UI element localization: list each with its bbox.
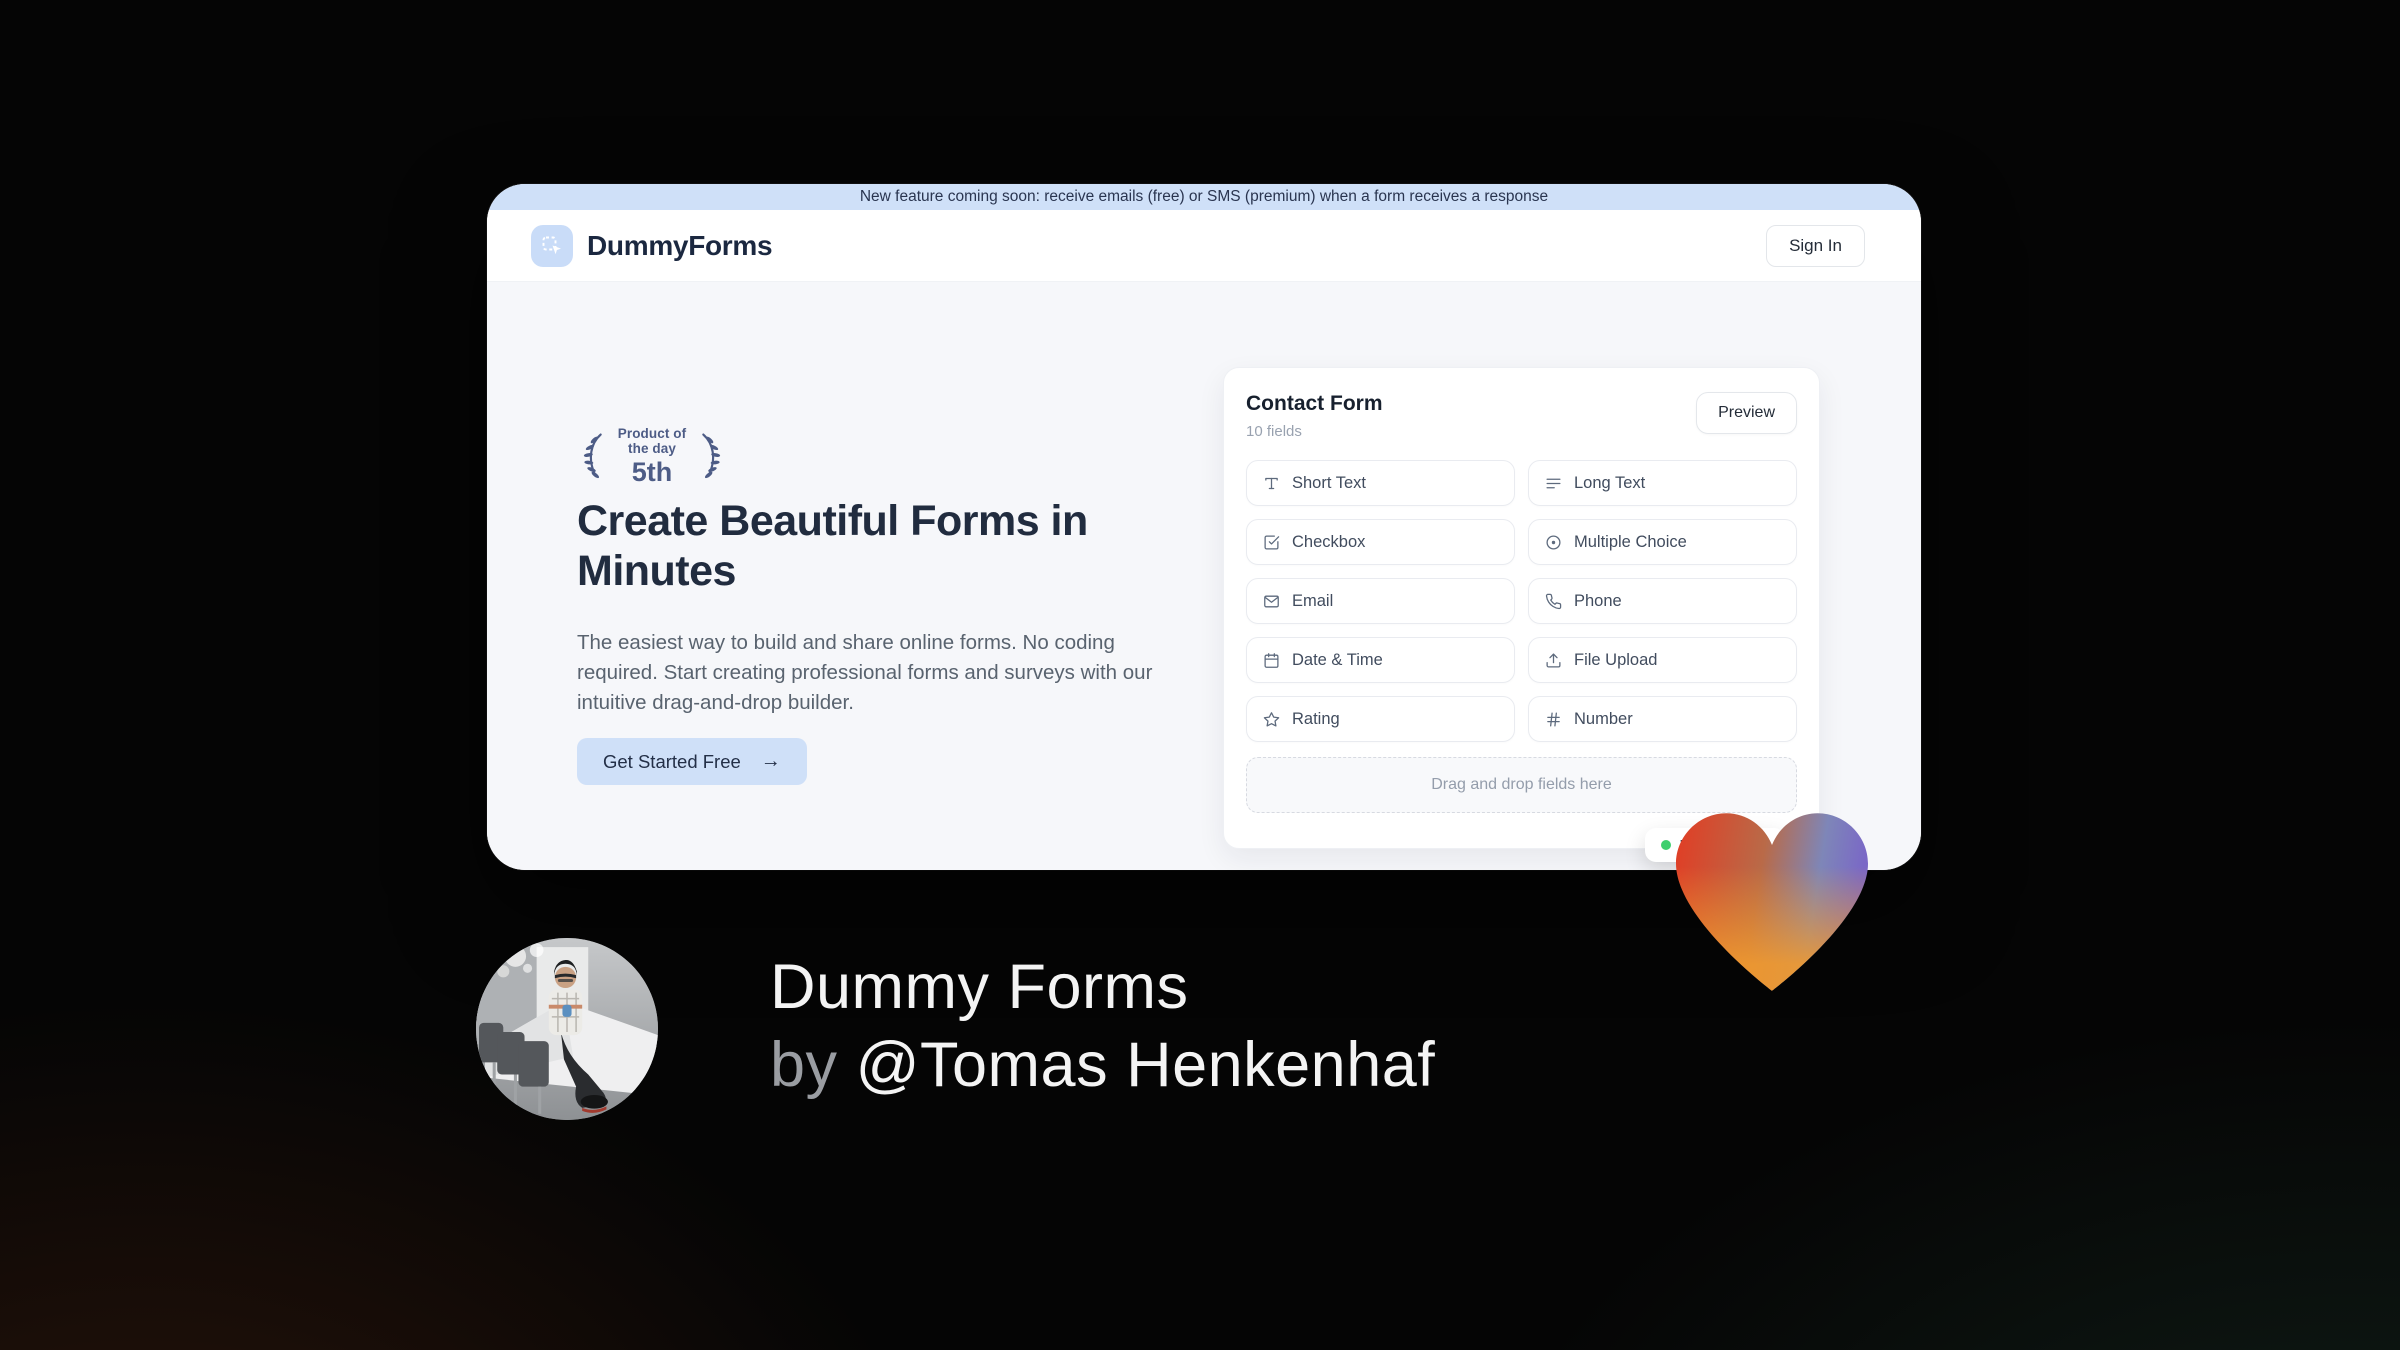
arrow-right-icon: →: [760, 750, 781, 772]
checkbox-icon: [1264, 534, 1280, 550]
envelope-icon: [1264, 595, 1279, 607]
author-photo: [476, 938, 658, 1120]
brand: DummyForms: [531, 224, 773, 267]
long-text-icon: [1546, 478, 1561, 488]
field-short-text[interactable]: Short Text: [1246, 460, 1515, 506]
caption-by: by: [770, 1030, 838, 1100]
calendar-icon: [1264, 652, 1279, 668]
field-file-upload[interactable]: File Upload: [1528, 637, 1797, 683]
badge-label: Product of the day: [617, 426, 687, 456]
radio-circle-icon: [1546, 534, 1561, 550]
announcement-banner: New feature coming soon: receive emails …: [487, 184, 1921, 210]
form-field-count: 10 fields: [1246, 423, 1302, 440]
hero-description: The easiest way to build and share onlin…: [577, 631, 1153, 714]
drag-drop-zone[interactable]: Drag and drop fields here: [1246, 757, 1797, 813]
caption-author: @Tomas Henkenhaf: [855, 1030, 1436, 1100]
field-palette: Short Text Long Text Checkbox Multiple C…: [1246, 460, 1797, 742]
window-body: Product of the day 5th Create Beautiful …: [487, 282, 1921, 870]
preview-button[interactable]: Preview: [1696, 392, 1797, 434]
brand-name: DummyForms: [587, 229, 773, 261]
form-builder-header: Contact Form 10 fields Preview: [1246, 392, 1797, 440]
navbar: DummyForms Sign In: [487, 210, 1921, 282]
promo-stage: New feature coming soon: receive emails …: [0, 0, 2400, 1350]
short-text-icon: [1265, 477, 1278, 489]
form-title: Contact Form: [1246, 392, 1383, 415]
badge-rank: 5th: [631, 457, 673, 487]
field-checkbox[interactable]: Checkbox: [1246, 519, 1515, 565]
announcement-text: New feature coming soon: receive emails …: [859, 188, 1549, 205]
field-rating[interactable]: Rating: [1246, 696, 1515, 742]
caption-title: Dummy Forms: [770, 952, 1189, 1022]
caption: Dummy Forms by @Tomas Henkenhaf: [770, 948, 1435, 1104]
get-started-label: Get Started Free: [603, 750, 741, 772]
sign-in-button[interactable]: Sign In: [1766, 224, 1865, 267]
form-builder-card: Contact Form 10 fields Preview Short Tex…: [1223, 367, 1820, 849]
gradient-heart-logo: [1676, 812, 1868, 992]
upload-icon: [1546, 652, 1561, 668]
laurel-wreath-icon: [577, 428, 605, 487]
get-started-button[interactable]: Get Started Free →: [577, 738, 807, 785]
field-long-text[interactable]: Long Text: [1528, 460, 1797, 506]
product-of-the-day-badge: Product of the day 5th: [577, 426, 727, 488]
field-date-time[interactable]: Date & Time: [1246, 637, 1515, 683]
browser-window: New feature coming soon: receive emails …: [487, 184, 1921, 870]
cursor-select-icon: [531, 224, 573, 267]
hero-heading: Create Beautiful Forms in Minutes: [577, 497, 1088, 595]
field-phone[interactable]: Phone: [1528, 578, 1797, 624]
phone-icon: [1545, 593, 1562, 609]
laurel-wreath-icon: [699, 428, 727, 487]
star-icon: [1263, 711, 1280, 727]
green-dot-icon: [1661, 840, 1671, 850]
drag-drop-text: Drag and drop fields here: [1431, 776, 1612, 793]
field-number[interactable]: Number: [1528, 696, 1797, 742]
field-multiple-choice[interactable]: Multiple Choice: [1528, 519, 1797, 565]
caption-byline: by @Tomas Henkenhaf: [770, 1026, 1435, 1104]
hash-icon: [1547, 711, 1560, 727]
field-email[interactable]: Email: [1246, 578, 1515, 624]
